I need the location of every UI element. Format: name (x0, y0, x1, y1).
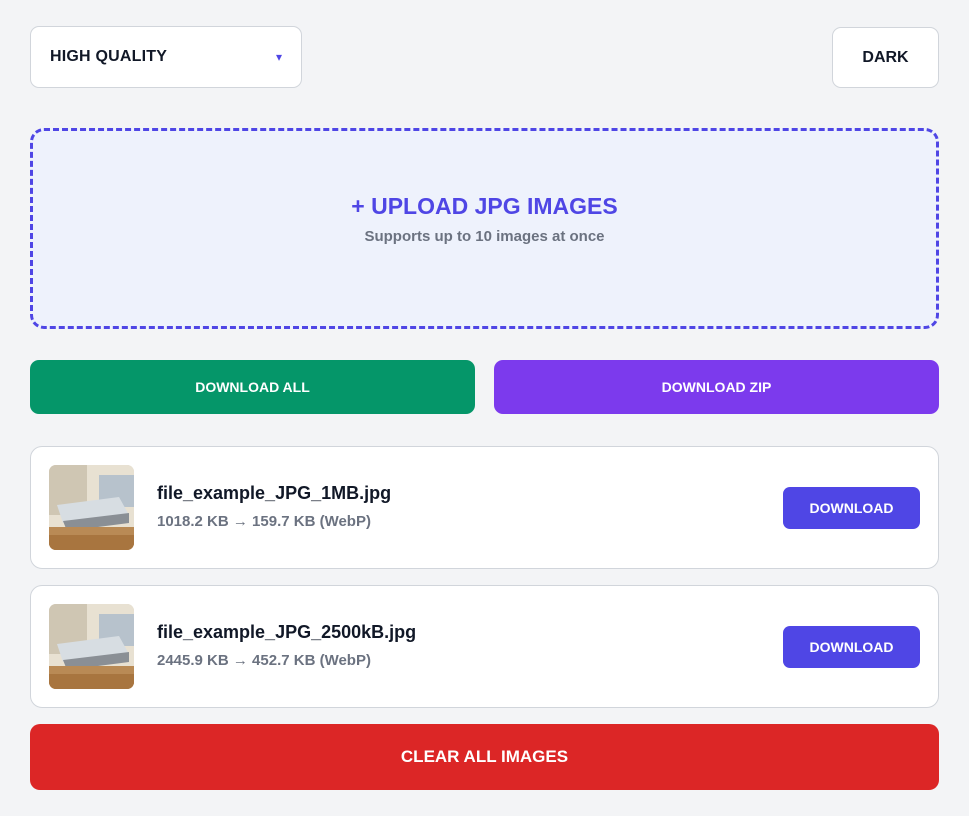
download-all-button[interactable]: DOWNLOAD ALL (30, 360, 475, 414)
upload-title: + UPLOAD JPG IMAGES (351, 192, 618, 219)
image-thumbnail-icon (49, 604, 134, 689)
upload-subtitle: Supports up to 10 images at once (364, 227, 605, 245)
quality-select[interactable]: HIGH QUALITY ▾ (30, 26, 302, 88)
file-download-button[interactable]: DOWNLOAD (783, 626, 920, 668)
file-card: file_example_JPG_1MB.jpg 1018.2 KB → 159… (30, 446, 939, 569)
file-size-info: 2445.9 KB → 452.7 KB (WebP) (157, 652, 371, 669)
file-name: file_example_JPG_1MB.jpg (157, 483, 392, 503)
theme-toggle-button[interactable]: DARK (832, 27, 939, 88)
file-name: file_example_JPG_2500kB.jpg (157, 622, 417, 642)
chevron-down-icon: ▾ (275, 50, 282, 64)
file-size-info: 1018.2 KB → 159.7 KB (WebP) (157, 513, 371, 530)
upload-dropzone[interactable]: + UPLOAD JPG IMAGES Supports up to 10 im… (30, 128, 939, 329)
quality-select-label: HIGH QUALITY (50, 48, 168, 65)
image-thumbnail-icon (49, 465, 134, 550)
clear-all-button[interactable]: CLEAR ALL IMAGES (30, 724, 939, 790)
download-zip-button[interactable]: DOWNLOAD ZIP (494, 360, 939, 414)
file-card: file_example_JPG_2500kB.jpg 2445.9 KB → … (30, 585, 939, 708)
file-download-button[interactable]: DOWNLOAD (783, 487, 920, 529)
